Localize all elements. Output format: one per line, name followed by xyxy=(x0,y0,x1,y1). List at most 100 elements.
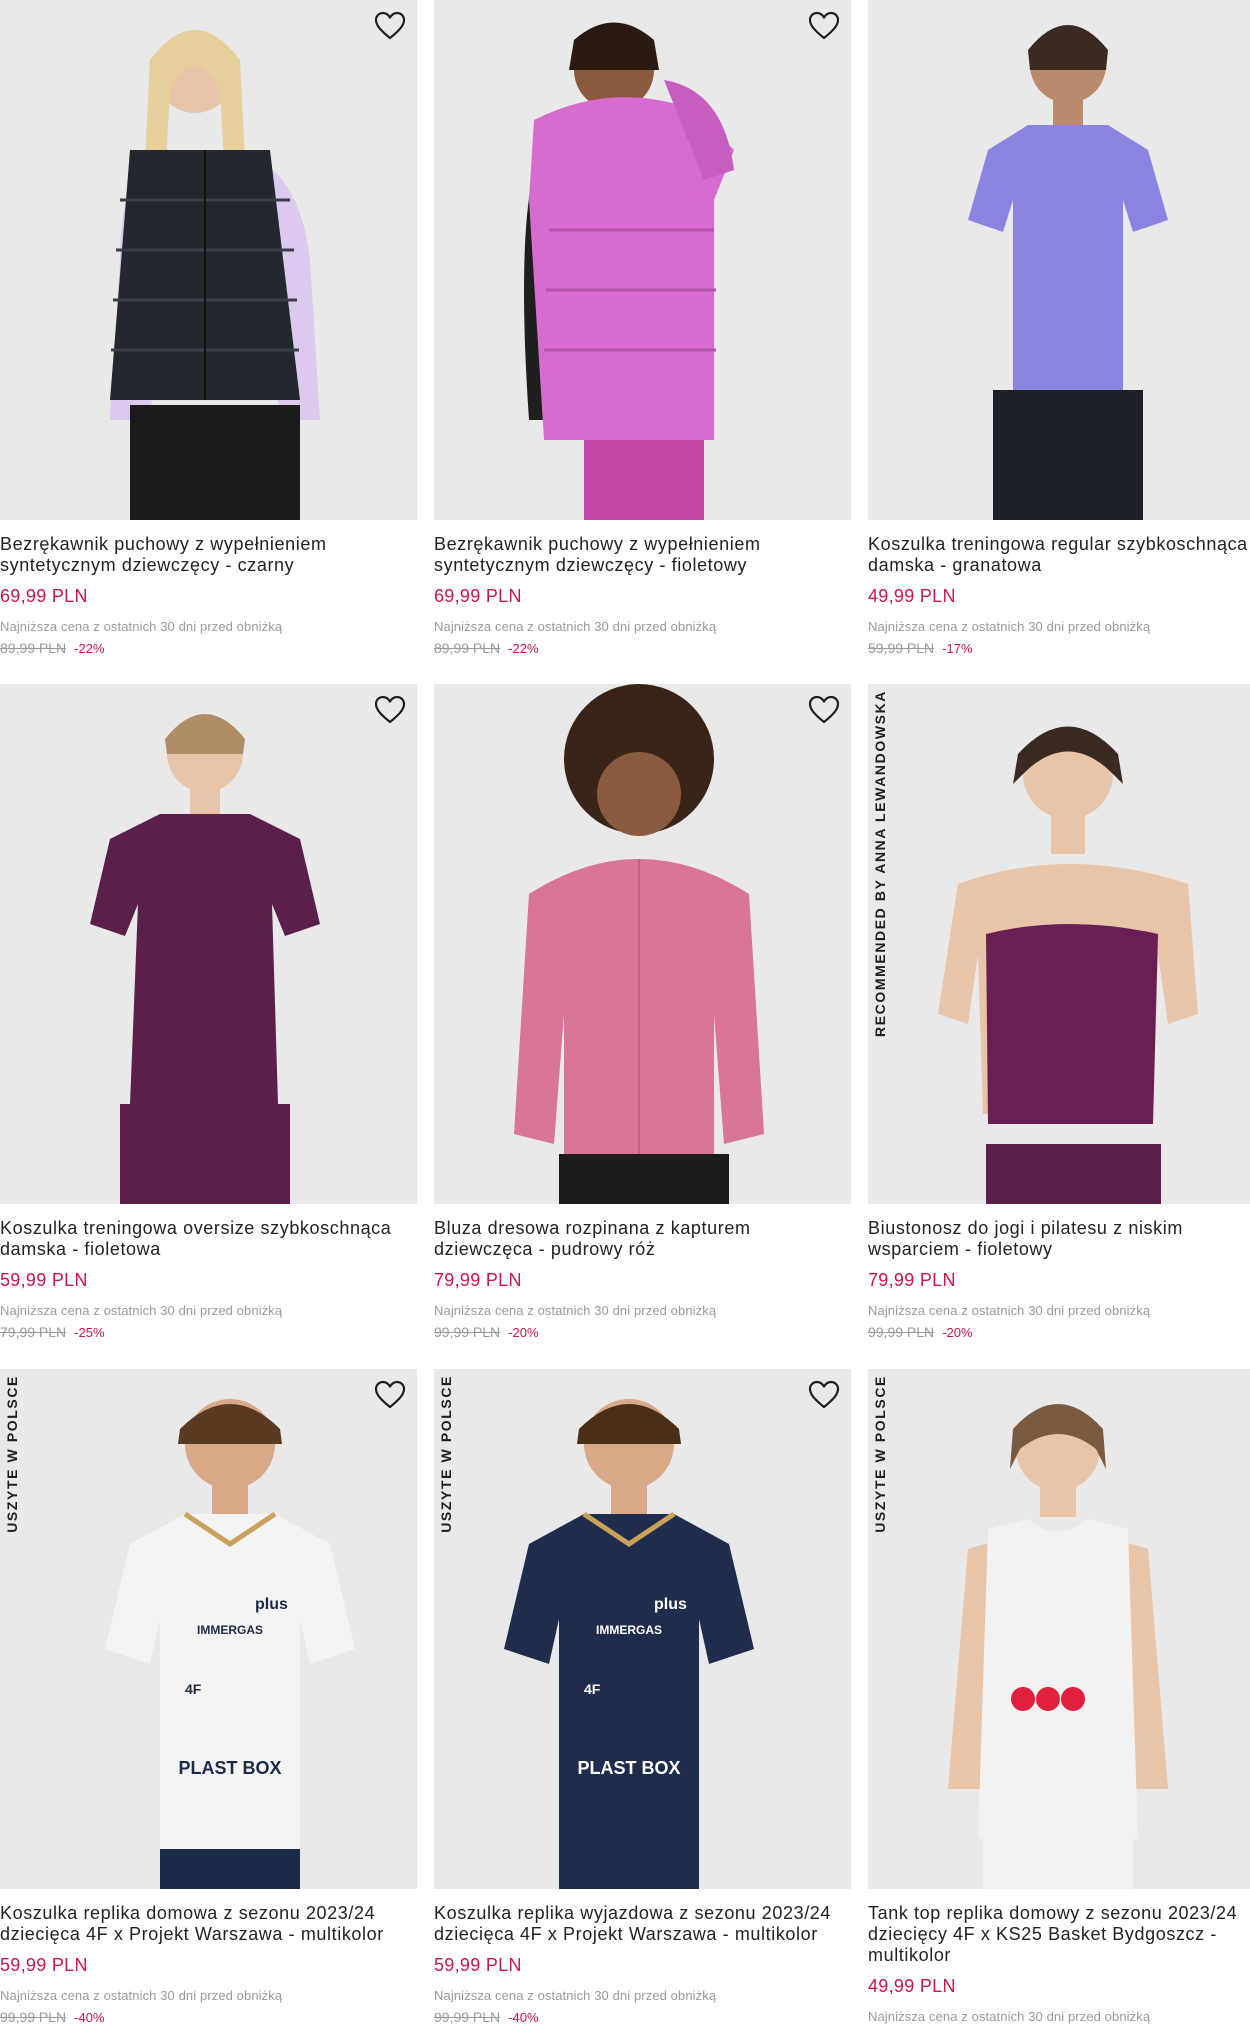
product-title-line1: Koszulka treningowa regular szybkoschnąc… xyxy=(868,534,1248,554)
product-price: 79,99 PLN xyxy=(868,1270,956,1290)
discount-badge: -17% xyxy=(942,641,973,656)
discount-badge: -20% xyxy=(508,1325,539,1340)
jersey-sponsor-bottom: PLAST BOX xyxy=(577,1758,680,1778)
product-title-line2: syntetycznym dziewczęcy - fioletowy xyxy=(434,555,748,575)
lowest-price-note: Najniższa cena z ostatnich 30 dni przed … xyxy=(0,619,283,634)
lowest-price-note: Najniższa cena z ostatnich 30 dni przed … xyxy=(434,1303,717,1318)
product-card[interactable]: Bluza dresowa rozpinana z kapturem dziew… xyxy=(434,684,851,1340)
product-price: 49,99 PLN xyxy=(868,586,956,606)
product-title-line1: Tank top replika domowy z sezonu 2023/24 xyxy=(868,1903,1238,1923)
product-title-line1: Koszulka treningowa oversize szybkoschną… xyxy=(0,1218,392,1238)
product-badge: USZYTE W POLSCE xyxy=(4,1375,20,1533)
lowest-price-note: Najniższa cena z ostatnich 30 dni przed … xyxy=(434,1988,717,2003)
product-card[interactable]: RECOMMENDED BY ANNA LEWANDOWSKA Biustono… xyxy=(868,684,1250,1340)
product-title[interactable]: Bezrękawnik puchowy z wypełnieniem synte… xyxy=(434,534,851,576)
product-price: 69,99 PLN xyxy=(0,586,88,606)
old-price: 79,99 PLN xyxy=(0,1324,67,1340)
product-title[interactable]: Koszulka treningowa oversize szybkoschną… xyxy=(0,1218,417,1260)
product-badge: USZYTE W POLSCE xyxy=(872,1375,888,1533)
product-image[interactable]: plus IMMERGAS 4F PLAST BOX USZYTE W POLS… xyxy=(434,1369,851,1889)
old-price: 99,99 PLN xyxy=(868,1324,935,1340)
product-image[interactable]: plus IMMERGAS 4F PLAST BOX USZYTE W POLS… xyxy=(0,1369,417,1889)
product-card[interactable]: Koszulka treningowa oversize szybkoschną… xyxy=(0,684,417,1340)
jersey-brand: 4F xyxy=(185,1681,202,1697)
product-title[interactable]: Koszulka replika domowa z sezonu 2023/24… xyxy=(0,1903,417,1945)
product-image[interactable] xyxy=(0,0,417,520)
jersey-sponsor-bottom: PLAST BOX xyxy=(178,1758,281,1778)
previous-price-row: 99,99 PLN -40% xyxy=(0,2009,417,2025)
product-title-line2: wsparciem - fioletowy xyxy=(868,1239,1053,1259)
discount-badge: -40% xyxy=(74,2010,105,2025)
product-title-line2: syntetycznym dziewczęcy - czarny xyxy=(0,555,295,575)
product-photo-figure xyxy=(110,30,320,520)
product-title[interactable]: Koszulka treningowa regular szybkoschnąc… xyxy=(868,534,1250,576)
product-title[interactable]: Biustonosz do jogi i pilatesu z niskim w… xyxy=(868,1218,1250,1260)
jersey-sponsor-top: plus xyxy=(255,1596,288,1613)
product-title-line3: multikolor xyxy=(868,1945,952,1965)
product-title-line1: Bezrękawnik puchowy z wypełnieniem xyxy=(434,534,761,554)
product-title-line1: Bezrękawnik puchowy z wypełnieniem xyxy=(0,534,327,554)
jersey-sponsor-main: IMMERGAS xyxy=(197,1623,263,1637)
product-image[interactable] xyxy=(868,0,1250,520)
product-image[interactable] xyxy=(0,684,417,1204)
lowest-price-note: Najniższa cena z ostatnich 30 dni przed … xyxy=(0,1303,283,1318)
old-price: 59,99 PLN xyxy=(868,640,935,656)
product-photo-figure: plus IMMERGAS 4F PLAST BOX xyxy=(504,1399,754,1889)
product-price: 49,99 PLN xyxy=(868,1976,956,1996)
product-photo-figure xyxy=(938,726,1198,1204)
old-price: 99,99 PLN xyxy=(0,2009,67,2025)
product-card[interactable]: Koszulka treningowa regular szybkoschnąc… xyxy=(868,0,1250,656)
product-card[interactable]: plus IMMERGAS 4F PLAST BOX USZYTE W POLS… xyxy=(0,1369,417,2025)
heart-icon[interactable] xyxy=(373,10,407,42)
lowest-price-note: Najniższa cena z ostatnich 30 dni przed … xyxy=(868,1303,1151,1318)
product-title[interactable]: Tank top replika domowy z sezonu 2023/24… xyxy=(868,1903,1250,1966)
product-title-line1: Biustonosz do jogi i pilatesu z niskim xyxy=(868,1218,1183,1238)
product-photo-figure xyxy=(968,25,1168,520)
product-price: 59,99 PLN xyxy=(434,1955,522,1975)
product-card[interactable]: Bezrękawnik puchowy z wypełnieniem synte… xyxy=(434,0,851,656)
product-title[interactable]: Bezrękawnik puchowy z wypełnieniem synte… xyxy=(0,534,417,576)
previous-price-row: 79,99 PLN -25% xyxy=(0,1324,417,1340)
product-photo-figure xyxy=(514,684,764,1204)
previous-price-row: 89,99 PLN -22% xyxy=(0,640,417,656)
lowest-price-note: Najniższa cena z ostatnich 30 dni przed … xyxy=(868,2009,1151,2024)
heart-icon[interactable] xyxy=(807,694,841,726)
product-image[interactable]: RECOMMENDED BY ANNA LEWANDOWSKA xyxy=(868,684,1250,1204)
heart-icon[interactable] xyxy=(807,10,841,42)
previous-price-row: 59,99 PLN -17% xyxy=(868,640,1250,656)
old-price: 89,99 PLN xyxy=(0,640,67,656)
previous-price-row: 89,99 PLN -22% xyxy=(434,640,851,656)
product-badge: USZYTE W POLSCE xyxy=(438,1375,454,1533)
product-photo-figure xyxy=(948,1404,1168,1889)
product-price: 79,99 PLN xyxy=(434,1270,522,1290)
product-title[interactable]: Koszulka replika wyjazdowa z sezonu 2023… xyxy=(434,1903,851,1945)
heart-icon[interactable] xyxy=(373,1379,407,1411)
product-card[interactable]: plus IMMERGAS 4F PLAST BOX USZYTE W POLS… xyxy=(434,1369,851,2025)
product-card[interactable]: Bezrękawnik puchowy z wypełnieniem synte… xyxy=(0,0,417,656)
product-price: 69,99 PLN xyxy=(434,586,522,606)
product-photo-figure: plus IMMERGAS 4F PLAST BOX xyxy=(105,1399,355,1889)
old-price: 89,99 PLN xyxy=(434,640,501,656)
heart-icon[interactable] xyxy=(373,694,407,726)
lowest-price-note: Najniższa cena z ostatnich 30 dni przed … xyxy=(868,619,1151,634)
lowest-price-note: Najniższa cena z ostatnich 30 dni przed … xyxy=(434,619,717,634)
product-card[interactable]: USZYTE W POLSCE Tank top replika domowy … xyxy=(868,1369,1250,2024)
heart-icon[interactable] xyxy=(807,1379,841,1411)
product-image[interactable] xyxy=(434,0,851,520)
discount-badge: -20% xyxy=(942,1325,973,1340)
previous-price-row: 99,99 PLN -20% xyxy=(868,1324,1250,1340)
jersey-sponsor-main: IMMERGAS xyxy=(596,1623,662,1637)
old-price: 99,99 PLN xyxy=(434,1324,501,1340)
product-title-line2: dziecięcy 4F x KS25 Basket Bydgoszcz - xyxy=(868,1924,1217,1944)
discount-badge: -22% xyxy=(508,641,539,656)
product-photo-figure xyxy=(90,714,320,1204)
lowest-price-note: Najniższa cena z ostatnich 30 dni przed … xyxy=(0,1988,283,2003)
previous-price-row: 99,99 PLN -40% xyxy=(434,2009,851,2025)
product-image[interactable]: USZYTE W POLSCE xyxy=(868,1369,1250,1889)
product-title-line2: dziecięca 4F x Projekt Warszawa - multik… xyxy=(434,1924,818,1944)
product-image[interactable] xyxy=(434,684,851,1204)
product-price: 59,99 PLN xyxy=(0,1955,88,1975)
product-title-line1: Koszulka replika wyjazdowa z sezonu 2023… xyxy=(434,1903,832,1923)
product-title-line2: dziewczęca - pudrowy róż xyxy=(434,1239,656,1259)
product-title[interactable]: Bluza dresowa rozpinana z kapturem dziew… xyxy=(434,1218,851,1260)
